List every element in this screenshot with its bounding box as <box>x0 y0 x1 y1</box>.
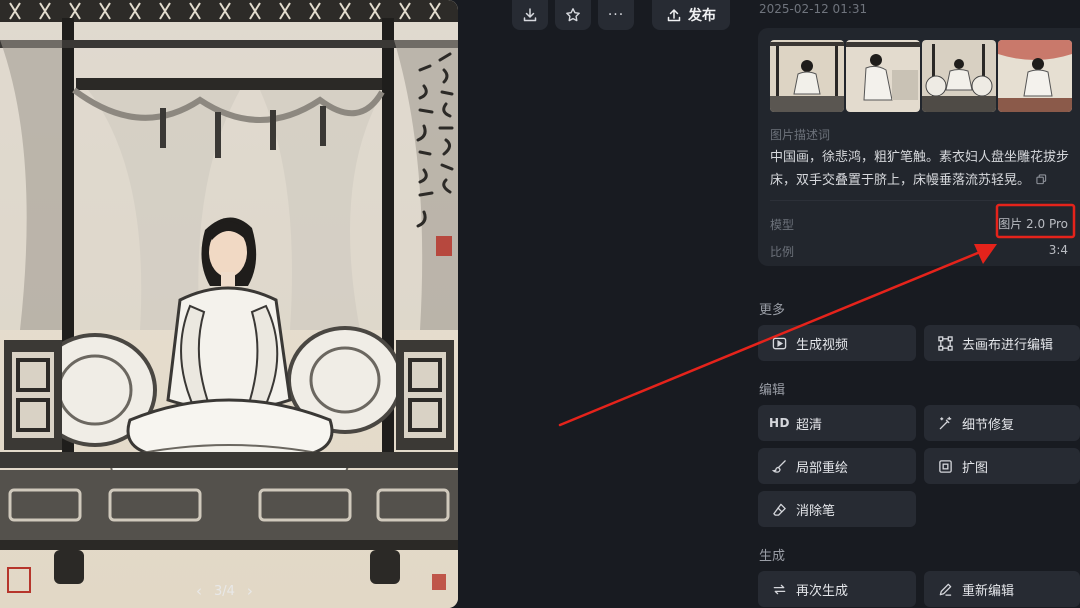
upscale-hd-label: 超清 <box>796 417 823 433</box>
regenerate-button[interactable]: 再次生成 <box>758 571 916 607</box>
brush-icon <box>772 459 787 474</box>
thumbnail-2[interactable] <box>846 40 920 112</box>
next-image-arrow[interactable]: › <box>247 584 253 599</box>
edit-on-canvas-label: 去画布进行编辑 <box>962 337 1054 353</box>
favorite-button[interactable] <box>555 0 591 30</box>
eraser-label: 消除笔 <box>796 503 836 519</box>
ratio-value: 3:4 <box>1048 243 1068 257</box>
image-pager: ‹ 3/4 › <box>196 584 253 600</box>
regenerate-label: 再次生成 <box>796 583 849 599</box>
prev-image-arrow[interactable]: ‹ <box>196 584 202 599</box>
edit-on-canvas-button[interactable]: 去画布进行编辑 <box>924 325 1080 361</box>
generate-video-label: 生成视频 <box>796 337 849 353</box>
download-icon <box>523 8 537 22</box>
upload-icon <box>667 9 681 22</box>
download-button[interactable] <box>512 0 548 30</box>
inpaint-label: 局部重绘 <box>796 460 849 476</box>
star-icon <box>566 8 580 22</box>
generated-image[interactable]: ‹ 3/4 › <box>0 0 458 608</box>
eraser-icon <box>772 502 787 517</box>
canvas-crop-icon <box>938 335 953 351</box>
thumbnail-4[interactable] <box>998 40 1072 112</box>
expand-image-label: 扩图 <box>962 460 989 476</box>
generate-video-button[interactable]: 生成视频 <box>758 325 916 361</box>
model-label: 模型 <box>770 218 795 232</box>
copy-icon[interactable] <box>1036 174 1047 185</box>
generation-timestamp: 2025-02-12 01:31 <box>759 2 868 16</box>
inpaint-button[interactable]: 局部重绘 <box>758 448 916 484</box>
thumbnail-1[interactable] <box>770 40 844 112</box>
magic-wand-icon <box>938 416 953 431</box>
card-divider <box>770 200 1070 201</box>
ink-painting-artwork <box>0 0 458 608</box>
ratio-label: 比例 <box>770 245 795 259</box>
publish-label: 发布 <box>688 8 716 24</box>
section-title-more: 更多 <box>759 303 786 318</box>
section-title-generate: 生成 <box>759 549 786 564</box>
prompt-text: 中国画，徐悲鸿，粗犷笔触。素衣妇人盘坐雕花拔步床，双手交叠置于脐上，床幔垂落流苏… <box>770 146 1070 192</box>
section-title-edit: 编辑 <box>759 383 786 398</box>
more-icon: ··· <box>607 7 625 23</box>
eraser-button[interactable]: 消除笔 <box>758 491 916 527</box>
re-edit-button[interactable]: 重新编辑 <box>924 571 1080 607</box>
publish-button[interactable]: 发布 <box>652 0 730 30</box>
hd-icon: HD <box>769 416 791 430</box>
thumbnail-3[interactable] <box>922 40 996 112</box>
expand-icon <box>938 459 953 474</box>
upscale-hd-button[interactable]: HD 超清 <box>758 405 916 441</box>
prompt-label: 图片描述词 <box>770 128 831 142</box>
image-info-card: 图片描述词 中国画，徐悲鸿，粗犷笔触。素衣妇人盘坐雕花拔步床，双手交叠置于脐上，… <box>758 28 1080 266</box>
detail-repair-button[interactable]: 细节修复 <box>924 405 1080 441</box>
more-options-button[interactable]: ··· <box>598 0 634 30</box>
detail-repair-label: 细节修复 <box>962 417 1015 433</box>
prompt-content: 中国画，徐悲鸿，粗犷笔触。素衣妇人盘坐雕花拔步床，双手交叠置于脐上，床幔垂落流苏… <box>770 150 1070 188</box>
model-value: 图片 2.0 Pro <box>998 217 1068 231</box>
video-icon <box>772 336 787 351</box>
regenerate-icon <box>772 582 787 597</box>
re-edit-label: 重新编辑 <box>962 583 1015 599</box>
pager-count: 3/4 <box>214 584 235 599</box>
pencil-icon <box>938 582 953 597</box>
expand-image-button[interactable]: 扩图 <box>924 448 1080 484</box>
